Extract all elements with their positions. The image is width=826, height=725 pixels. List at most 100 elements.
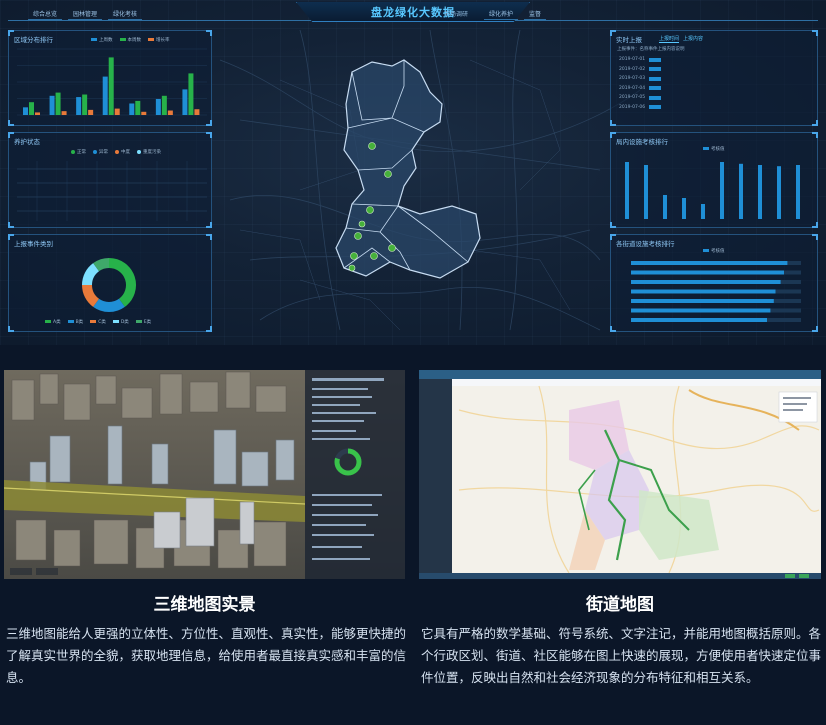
event-category-donut [82,258,136,312]
report-row[interactable]: 2019-07-06 [619,103,662,113]
legend-item: D类 [120,320,129,325]
panel-title: 实时上报 [616,36,642,44]
panel-event-categories: 上报事件类别 A类 B类 C类 D类 E类 [8,234,212,332]
bar [141,111,147,115]
street-map-image [419,370,821,579]
report-header: 上报事件：名称事件上报内容说明 [617,47,685,52]
bar [161,95,167,115]
legend-item: 本周数 [127,38,142,43]
report-row[interactable]: 2019-07-05 [619,93,662,103]
3d-map-image [4,370,405,579]
bar [194,109,200,115]
bar [188,73,194,115]
card-title-street: 街道地图 [586,595,654,615]
top-bar: 综合总览 园林管理 绿化考核 盘龙绿化大数据 市场调研 绿化养护 监督 [0,0,826,22]
report-status-badge [649,86,662,91]
bar [663,195,667,219]
bar [701,204,705,219]
facility-ranking-chart [625,162,800,219]
bar [631,299,774,303]
nav-tab-4[interactable]: 绿化养护 [484,8,519,20]
report-status-badge [649,105,662,110]
nav-tab-1[interactable]: 综合总览 [28,8,63,20]
area-ranking-chart [17,48,207,116]
panel-maintenance-status: 养护状态 正常 异常 中度 重度污染 [8,132,212,228]
bar [55,92,61,115]
bar [49,95,55,115]
bar [631,289,776,294]
legend-item: 异常 [99,150,108,155]
panel-title: 区域分布排行 [14,36,53,44]
bar [108,57,114,115]
report-status-badge [649,76,662,81]
bar [129,103,135,115]
nav-tab-2[interactable]: 园林管理 [68,8,103,20]
card-title-3d: 三维地图实景 [153,595,256,615]
dashboard-screenshot: 综合总览 园林管理 绿化考核 盘龙绿化大数据 市场调研 绿化养护 监督 区域分布… [0,0,826,345]
legend-item: 增长率 [156,38,170,43]
panel-facility-ranking: 局内设施考核排行 考核值 [610,132,818,228]
report-date: 2019-07-01 [619,57,646,63]
legend-item: 正常 [77,150,86,155]
report-status-badge [649,95,662,100]
bar [796,165,800,219]
panel-title: 养护状态 [14,138,40,146]
title-tag: 市场调研 [444,11,469,18]
bar [631,280,781,284]
bar [135,100,141,115]
bar [739,163,743,219]
legend-item: A类 [53,320,61,325]
legend-item: 中度 [121,150,130,155]
report-date: 2019-07-06 [619,104,646,110]
nav-tab-5[interactable]: 监督 [524,8,547,20]
report-row[interactable]: 2019-07-04 [619,84,662,94]
bar [155,99,161,115]
report-row[interactable]: 2019-07-01 [619,55,662,65]
bar [631,318,767,322]
report-date: 2019-07-02 [619,66,646,72]
report-list: 2019-07-01 2019-07-02 2019-07-03 2019-07-04… [619,55,662,113]
report-tabs: 上报时间 上报内容 [659,35,703,43]
street-map-picture [419,370,821,579]
bar [35,112,40,115]
chart-legend: A类 B类 C类 D类 E类 [45,319,151,325]
bar [114,108,120,115]
chart-legend: 正常 异常 中度 重度污染 [71,149,161,155]
pie-slice [82,284,100,307]
panel-area-ranking: 区域分布排行 上周数 本周数 增长率 [8,30,212,126]
panel-realtime-reports: 实时上报 上报时间 上报内容 上报事件：名称事件上报内容说明 2019-07-0… [610,30,818,126]
panel-title: 上报事件类别 [14,240,53,248]
legend-item: 上周数 [99,38,113,43]
legend-item: B类 [75,320,84,325]
bar [644,165,648,219]
legend-item: C类 [98,320,106,325]
maintenance-grid [17,161,207,221]
pie-slice [108,258,136,307]
card-desc-3d: 三维地图能给人更强的立体性、方位性、直观性、真实性，能够更快捷的了解真实世界的全… [6,626,407,685]
panel-title: 各街道设施考核排行 [616,240,675,248]
bar [631,308,771,313]
bar [682,198,686,219]
chart-legend: 上周数 本周数 增长率 [91,37,170,43]
bar [102,76,108,115]
bar [167,110,173,115]
report-status-badge [649,57,662,62]
report-row[interactable]: 2019-07-02 [619,65,662,75]
pie-slice [82,263,100,286]
report-row[interactable]: 2019-07-03 [619,74,662,84]
report-status-badge [649,67,662,72]
pie-slice [93,258,110,272]
3d-city-picture [4,370,405,579]
bar [625,162,629,219]
report-tab[interactable]: 上报时间 [659,35,680,43]
report-tab[interactable]: 上报内容 [683,35,703,43]
legend-item: E类 [143,320,152,325]
report-date: 2019-07-05 [619,95,646,101]
bar [82,94,88,115]
report-date: 2019-07-03 [619,76,646,82]
bar [23,107,28,115]
report-date: 2019-07-04 [619,85,646,91]
bar [777,166,781,219]
nav-tab-3[interactable]: 绿化考核 [108,8,143,20]
bar [182,89,188,115]
